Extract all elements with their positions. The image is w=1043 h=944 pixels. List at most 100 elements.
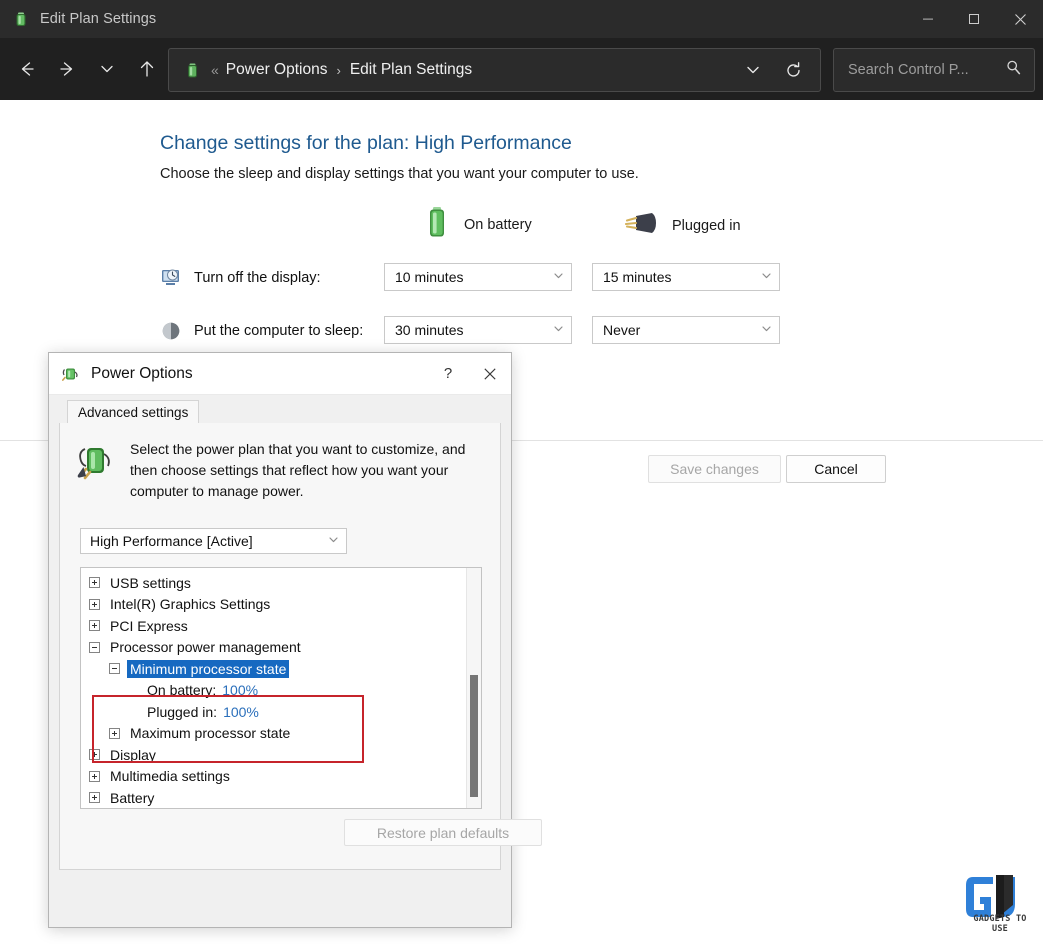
- power-plan-icon: [76, 441, 116, 483]
- tree-item[interactable]: Intel(R) Graphics Settings: [81, 594, 461, 616]
- minimize-icon[interactable]: [905, 0, 951, 38]
- setting-label-put-computer-to-sleep: Put the computer to sleep:: [194, 323, 363, 339]
- dialog-body: Select the power plan that you want to c…: [59, 423, 501, 870]
- column-label-on-battery: On battery: [464, 217, 532, 233]
- breadcrumb-separator: ›: [336, 63, 340, 78]
- dialog-description: Select the power plan that you want to c…: [130, 439, 475, 502]
- page-title: Change settings for the plan: High Perfo…: [160, 132, 572, 155]
- sleep-moon-icon: [160, 320, 182, 342]
- page-subtitle: Choose the sleep and display settings th…: [160, 166, 639, 182]
- power-plan-selected-value: High Performance [Active]: [90, 533, 253, 549]
- watermark-logo: GADGETS TO USE: [963, 871, 1037, 935]
- page-cancel-button[interactable]: Cancel: [786, 455, 886, 483]
- display-on-battery-select[interactable]: 10 minutes: [384, 263, 572, 291]
- setting-row-put-computer-to-sleep: Put the computer to sleep:: [160, 320, 363, 342]
- power-plug-icon: [622, 210, 658, 241]
- sleep-plugged-in-value: Never: [603, 322, 640, 338]
- display-plugged-in-value: 15 minutes: [603, 269, 671, 285]
- forward-arrow-icon[interactable]: [50, 52, 84, 86]
- collapse-minus-icon[interactable]: [109, 663, 120, 674]
- tree-item-value[interactable]: 100%: [223, 704, 259, 720]
- expand-plus-icon[interactable]: [89, 771, 100, 782]
- tree-item[interactable]: USB settings: [81, 572, 461, 594]
- setting-label-turn-off-display: Turn off the display:: [194, 270, 321, 286]
- tree-item-label: Intel(R) Graphics Settings: [107, 595, 273, 613]
- tree-item-value[interactable]: 100%: [222, 682, 258, 698]
- breadcrumb-item-edit-plan-settings[interactable]: Edit Plan Settings: [350, 61, 472, 79]
- watermark-text: GADGETS TO USE: [963, 914, 1037, 934]
- tree-item-label: USB settings: [107, 574, 194, 592]
- tree-item[interactable]: PCI Express: [81, 615, 461, 637]
- tree-item[interactable]: On battery: 100%: [81, 680, 461, 702]
- tree-item[interactable]: Processor power management: [81, 637, 461, 659]
- tree-item[interactable]: Maximum processor state: [81, 723, 461, 745]
- up-arrow-icon[interactable]: [130, 52, 164, 86]
- column-header-plugged-in: Plugged in: [622, 210, 741, 241]
- address-bar[interactable]: « Power Options › Edit Plan Settings: [168, 48, 821, 92]
- power-plan-select[interactable]: High Performance [Active]: [80, 528, 347, 554]
- tree-item-label: Plugged in:: [147, 704, 217, 720]
- tree-item[interactable]: Plugged in: 100%: [81, 701, 461, 723]
- sleep-on-battery-select[interactable]: 30 minutes: [384, 316, 572, 344]
- dialog-title: Power Options: [91, 365, 193, 383]
- tree-item[interactable]: Multimedia settings: [81, 766, 461, 788]
- breadcrumb-item-power-options[interactable]: Power Options: [226, 61, 328, 79]
- dialog-title-bar: Power Options ?: [49, 353, 511, 395]
- chevron-down-icon: [327, 533, 340, 549]
- chevron-down-icon: [760, 269, 773, 285]
- tree-item-label: Processor power management: [107, 638, 304, 656]
- expand-plus-icon[interactable]: [89, 749, 100, 760]
- tree-scrollbar[interactable]: [466, 568, 481, 808]
- dialog-help-button[interactable]: ?: [427, 353, 469, 395]
- tree-item[interactable]: Display: [81, 744, 461, 766]
- chevron-down-icon: [552, 269, 565, 285]
- maximize-icon[interactable]: [951, 0, 997, 38]
- tree-leaf-spacer: [129, 685, 140, 696]
- expand-plus-icon[interactable]: [89, 620, 100, 631]
- power-options-icon: [61, 364, 81, 384]
- tree-item-label: Battery: [107, 789, 157, 807]
- tree-item[interactable]: Battery: [81, 787, 461, 809]
- address-chevron-down-icon[interactable]: [736, 53, 770, 87]
- display-clock-icon: [160, 267, 182, 289]
- window-controls: [905, 0, 1043, 38]
- chevron-down-icon: [760, 322, 773, 338]
- tree-item-label: Display: [107, 746, 159, 764]
- recent-locations-chevron-down-icon[interactable]: [90, 52, 124, 86]
- search-box[interactable]: [833, 48, 1035, 92]
- battery-icon: [424, 205, 450, 244]
- dialog-tab-strip: Advanced settings: [59, 400, 501, 424]
- window-title: Edit Plan Settings: [40, 11, 156, 27]
- collapse-minus-icon[interactable]: [89, 642, 100, 653]
- save-changes-button[interactable]: Save changes: [648, 455, 781, 483]
- back-arrow-icon[interactable]: [10, 52, 44, 86]
- restore-plan-defaults-button[interactable]: Restore plan defaults: [344, 819, 542, 846]
- expand-plus-icon[interactable]: [109, 728, 120, 739]
- tree-item[interactable]: Minimum processor state: [81, 658, 461, 680]
- advanced-settings-tree[interactable]: USB settings Intel(R) Graphics Settings PC…: [80, 567, 482, 809]
- refresh-icon[interactable]: [776, 53, 810, 87]
- tree-scrollbar-thumb[interactable]: [470, 675, 478, 797]
- expand-plus-icon[interactable]: [89, 577, 100, 588]
- tab-advanced-settings[interactable]: Advanced settings: [67, 400, 199, 424]
- column-header-on-battery: On battery: [424, 205, 532, 244]
- tree-item-label: PCI Express: [107, 617, 191, 635]
- setting-row-turn-off-display: Turn off the display:: [160, 267, 321, 289]
- search-icon[interactable]: [1005, 59, 1022, 81]
- breadcrumb-overflow[interactable]: «: [211, 62, 219, 78]
- display-on-battery-value: 10 minutes: [395, 269, 463, 285]
- window-title-bar: Edit Plan Settings: [0, 0, 1043, 38]
- search-input[interactable]: [846, 61, 986, 79]
- dialog-close-icon[interactable]: [469, 353, 511, 395]
- power-options-dialog: Power Options ? Advanced settings: [48, 352, 512, 928]
- tree-item-label: Minimum processor state: [127, 660, 289, 678]
- expand-plus-icon[interactable]: [89, 599, 100, 610]
- close-icon[interactable]: [997, 0, 1043, 38]
- expand-plus-icon[interactable]: [89, 792, 100, 803]
- display-plugged-in-select[interactable]: 15 minutes: [592, 263, 780, 291]
- tree-item-label: On battery:: [147, 682, 216, 698]
- tree-item-label: Multimedia settings: [107, 767, 233, 785]
- sleep-plugged-in-select[interactable]: Never: [592, 316, 780, 344]
- battery-icon: [12, 10, 30, 28]
- tree-leaf-spacer: [129, 706, 140, 717]
